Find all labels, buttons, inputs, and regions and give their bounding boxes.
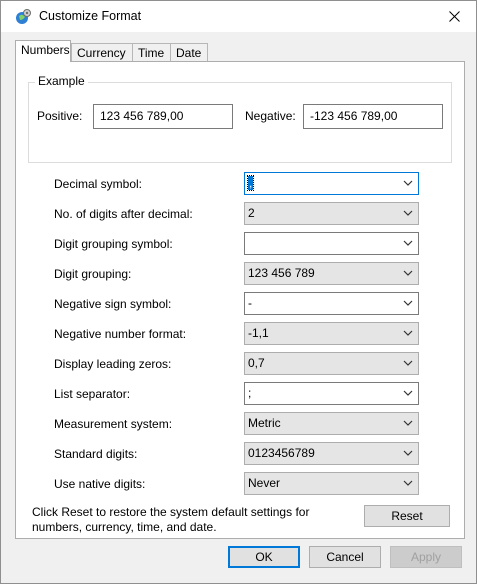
chevron-down-icon [403, 420, 413, 426]
measurement-system-label: Measurement system: [54, 417, 173, 431]
use-native-digits-value: Never [248, 476, 281, 490]
digits-after-decimal-value: 2 [248, 206, 255, 220]
chevron-down-icon [403, 180, 413, 186]
chevron-down-icon [403, 480, 413, 486]
display-leading-zeros-value: 0,7 [248, 356, 265, 370]
digits-after-decimal-combo[interactable]: 2 [244, 202, 419, 225]
negative-number-format-value: -1,1 [248, 326, 269, 340]
use-native-digits-combo[interactable]: Never [244, 472, 419, 495]
region-settings-icon [14, 8, 32, 26]
example-group: Example Positive: 123 456 789,00 Negativ… [28, 74, 452, 163]
negative-example-field: -123 456 789,00 [303, 104, 443, 129]
tab-numbers[interactable]: Numbers [15, 40, 71, 62]
chevron-down-icon [403, 300, 413, 306]
chevron-down-icon [403, 270, 413, 276]
chevron-down-icon [403, 210, 413, 216]
title-bar: Customize Format [1, 1, 476, 32]
ok-button[interactable]: OK [228, 546, 300, 568]
decimal-symbol-combo[interactable]: , [244, 172, 419, 195]
list-separator-value: ; [248, 386, 252, 400]
digit-grouping-label: Digit grouping: [54, 267, 132, 281]
close-button[interactable] [438, 2, 470, 30]
measurement-system-value: Metric [248, 416, 281, 430]
customize-format-dialog: Customize Format Numbers Currency Time D… [0, 0, 477, 584]
apply-button[interactable]: Apply [390, 546, 462, 568]
list-separator-combo[interactable]: ; [244, 382, 419, 405]
standard-digits-label: Standard digits: [54, 447, 138, 461]
digit-grouping-value: 123 456 789 [248, 266, 315, 280]
use-native-digits-label: Use native digits: [54, 477, 146, 491]
negative-sign-symbol-label: Negative sign symbol: [54, 297, 172, 311]
example-group-title: Example [35, 74, 88, 88]
chevron-down-icon [403, 240, 413, 246]
measurement-system-combo[interactable]: Metric [244, 412, 419, 435]
reset-button[interactable]: Reset [364, 505, 450, 527]
numbers-tab-panel: Example Positive: 123 456 789,00 Negativ… [15, 61, 465, 539]
negative-sign-symbol-value: - [248, 296, 252, 310]
negative-sign-symbol-combo[interactable]: - [244, 292, 419, 315]
tab-time[interactable]: Time [132, 43, 171, 61]
digits-after-decimal-label: No. of digits after decimal: [54, 207, 193, 221]
display-leading-zeros-combo[interactable]: 0,7 [244, 352, 419, 375]
chevron-down-icon [403, 360, 413, 366]
digit-grouping-symbol-label: Digit grouping symbol: [54, 237, 173, 251]
digit-grouping-combo[interactable]: 123 456 789 [244, 262, 419, 285]
chevron-down-icon [403, 450, 413, 456]
cancel-button[interactable]: Cancel [309, 546, 381, 568]
display-leading-zeros-label: Display leading zeros: [54, 357, 172, 371]
negative-label: Negative: [245, 109, 296, 123]
window-title: Customize Format [39, 9, 142, 23]
chevron-down-icon [403, 390, 413, 396]
negative-number-format-label: Negative number format: [54, 327, 187, 341]
decimal-symbol-value: , [246, 175, 255, 191]
close-icon [448, 10, 460, 22]
decimal-symbol-label: Decimal symbol: [54, 177, 143, 191]
standard-digits-combo[interactable]: 0123456789 [244, 442, 419, 465]
chevron-down-icon [403, 330, 413, 336]
list-separator-label: List separator: [54, 387, 131, 401]
negative-number-format-combo[interactable]: -1,1 [244, 322, 419, 345]
reset-description-line2: numbers, currency, time, and date. [32, 520, 217, 534]
reset-description-line1: Click Reset to restore the system defaul… [32, 505, 310, 519]
standard-digits-value: 0123456789 [248, 446, 315, 460]
tab-date[interactable]: Date [170, 43, 208, 61]
tab-currency[interactable]: Currency [71, 43, 133, 61]
digit-grouping-symbol-combo[interactable] [244, 232, 419, 255]
positive-example-field: 123 456 789,00 [93, 104, 233, 129]
positive-label: Positive: [37, 109, 83, 123]
